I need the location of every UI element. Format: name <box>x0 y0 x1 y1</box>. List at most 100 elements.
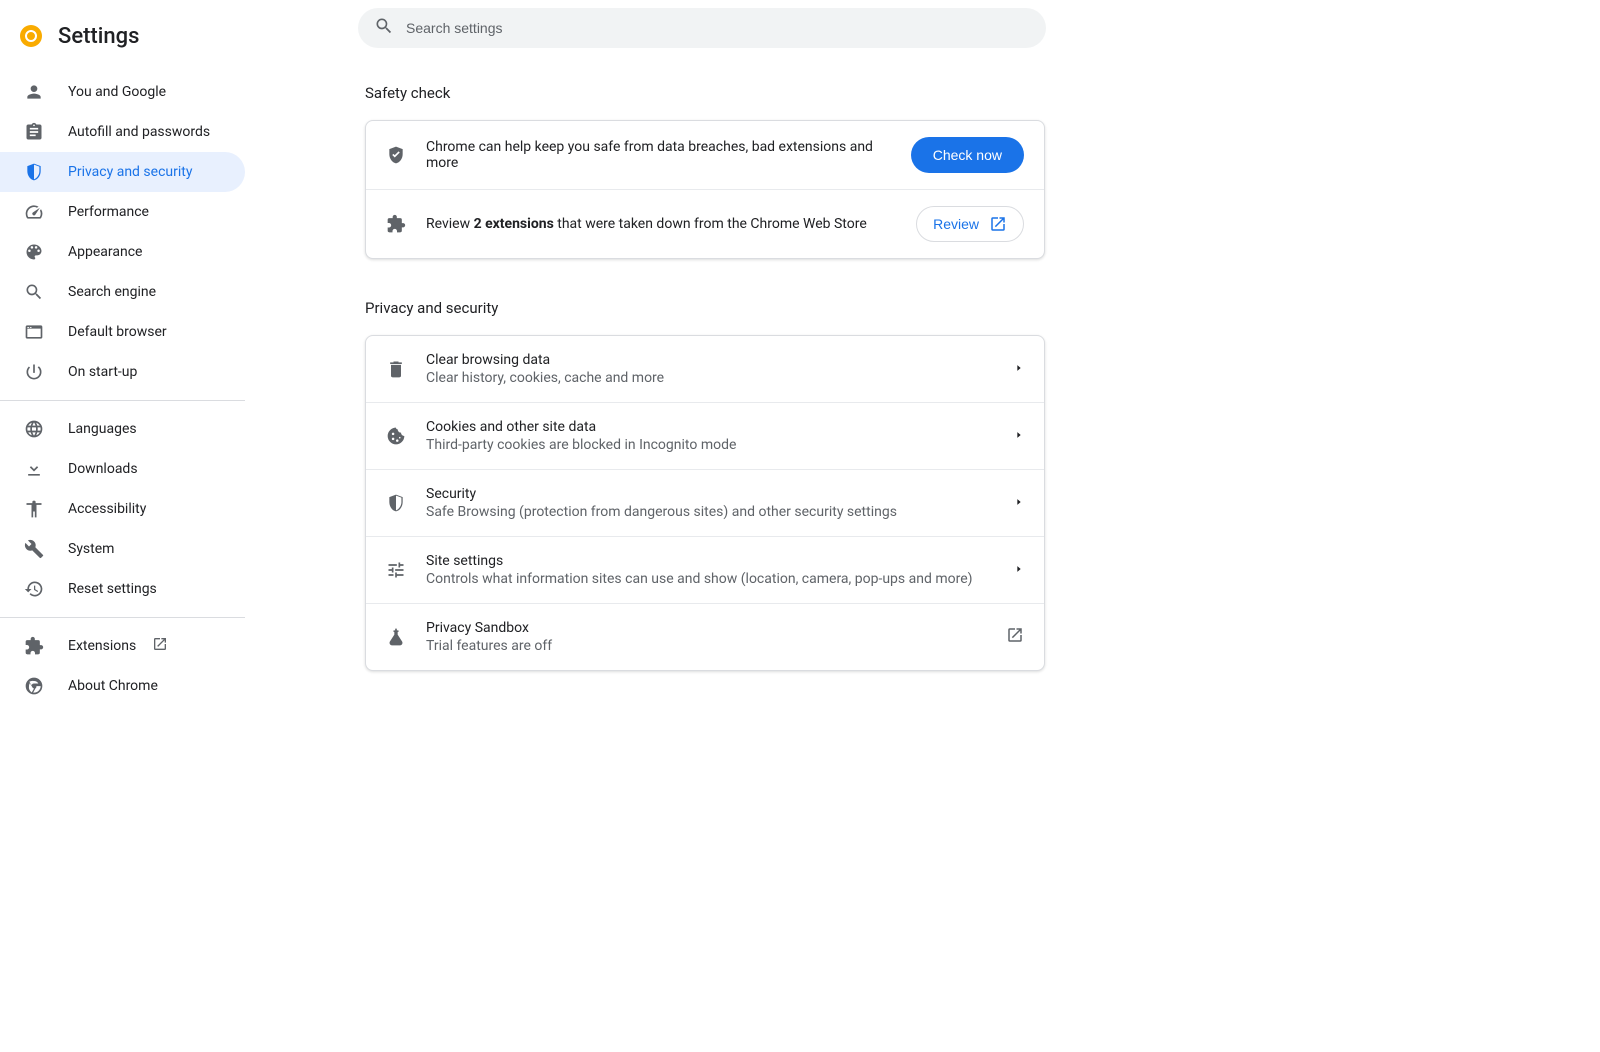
sidebar-item-label: You and Google <box>68 84 245 100</box>
review-text: Review 2 extensions that were taken down… <box>426 216 867 232</box>
chevron-right-icon <box>1014 361 1024 377</box>
sidebar: Settings You and Google Autofill and pas… <box>0 0 245 1052</box>
sidebar-item-performance[interactable]: Performance <box>0 192 245 232</box>
app-title: Settings <box>58 24 139 49</box>
row-subtitle: Safe Browsing (protection from dangerous… <box>426 504 994 520</box>
accessibility-icon <box>24 499 44 519</box>
nav-group-1: You and Google Autofill and passwords Pr… <box>0 72 245 392</box>
sidebar-item-accessibility[interactable]: Accessibility <box>0 489 245 529</box>
row-subtitle: Controls what information sites can use … <box>426 571 994 587</box>
open-external-icon <box>1006 626 1024 648</box>
row-subtitle: Trial features are off <box>426 638 986 654</box>
sidebar-item-label: Appearance <box>68 244 245 260</box>
safety-check-row-extensions: Review 2 extensions that were taken down… <box>366 190 1044 258</box>
sidebar-item-autofill[interactable]: Autofill and passwords <box>0 112 245 152</box>
sidebar-item-label: Reset settings <box>68 581 245 597</box>
tune-icon <box>386 560 406 580</box>
sidebar-item-label: Autofill and passwords <box>68 124 245 140</box>
search-input[interactable] <box>406 20 1030 36</box>
text-suffix: that were taken down from the Chrome Web… <box>554 216 867 232</box>
sidebar-item-languages[interactable]: Languages <box>0 409 245 449</box>
sidebar-item-label: About Chrome <box>68 678 245 694</box>
privacy-card: Clear browsing data Clear history, cooki… <box>365 335 1045 671</box>
chevron-right-icon <box>1014 428 1024 444</box>
sidebar-item-default-browser[interactable]: Default browser <box>0 312 245 352</box>
extension-icon <box>386 214 406 234</box>
extension-icon <box>24 636 44 656</box>
review-button[interactable]: Review <box>916 206 1024 242</box>
safety-check-text: Chrome can help keep you safe from data … <box>426 139 891 171</box>
globe-icon <box>24 419 44 439</box>
chevron-right-icon <box>1014 495 1024 511</box>
sidebar-item-label: On start-up <box>68 364 245 380</box>
row-subtitle: Clear history, cookies, cache and more <box>426 370 994 386</box>
search-bar[interactable] <box>358 8 1046 48</box>
nav-group-3: Extensions About Chrome <box>0 626 245 706</box>
chrome-icon <box>24 676 44 696</box>
button-label: Review <box>933 216 979 232</box>
speedometer-icon <box>24 202 44 222</box>
clipboard-icon <box>24 122 44 142</box>
sidebar-item-extensions[interactable]: Extensions <box>0 626 245 666</box>
power-icon <box>24 362 44 382</box>
sidebar-item-you-and-google[interactable]: You and Google <box>0 72 245 112</box>
sidebar-item-label: Default browser <box>68 324 245 340</box>
sidebar-item-label: Languages <box>68 421 245 437</box>
verified-shield-icon <box>386 145 406 165</box>
chevron-right-icon <box>1014 562 1024 578</box>
chrome-logo-icon <box>20 25 42 47</box>
sidebar-item-label: Accessibility <box>68 501 245 517</box>
sidebar-item-label: Privacy and security <box>68 164 245 180</box>
sidebar-item-label: Extensions <box>68 636 245 656</box>
person-icon <box>24 82 44 102</box>
browser-icon <box>24 322 44 342</box>
divider <box>0 617 245 618</box>
download-icon <box>24 459 44 479</box>
sidebar-item-about[interactable]: About Chrome <box>0 666 245 706</box>
sidebar-item-privacy[interactable]: Privacy and security <box>0 152 245 192</box>
nav-group-2: Languages Downloads Accessibility System… <box>0 409 245 609</box>
main-content: Safety check Chrome can help keep you sa… <box>245 0 1600 1052</box>
open-external-icon <box>152 636 168 656</box>
shield-security-icon <box>386 493 406 513</box>
open-external-icon <box>989 215 1007 233</box>
safety-check-card: Chrome can help keep you safe from data … <box>365 120 1045 259</box>
section-title: Privacy and security <box>365 299 1045 317</box>
sidebar-item-search-engine[interactable]: Search engine <box>0 272 245 312</box>
sidebar-item-on-startup[interactable]: On start-up <box>0 352 245 392</box>
row-clear-browsing-data[interactable]: Clear browsing data Clear history, cooki… <box>366 336 1044 403</box>
app-header: Settings <box>0 8 245 64</box>
sidebar-item-label: Downloads <box>68 461 245 477</box>
sidebar-item-label: System <box>68 541 245 557</box>
text-prefix: Review <box>426 216 474 232</box>
flask-icon <box>386 627 406 647</box>
row-security[interactable]: Security Safe Browsing (protection from … <box>366 470 1044 537</box>
palette-icon <box>24 242 44 262</box>
trash-icon <box>386 359 406 379</box>
divider <box>0 400 245 401</box>
restore-icon <box>24 579 44 599</box>
row-title: Clear browsing data <box>426 352 994 368</box>
row-privacy-sandbox[interactable]: Privacy Sandbox Trial features are off <box>366 604 1044 670</box>
safety-check-section: Safety check Chrome can help keep you sa… <box>365 84 1045 259</box>
row-title: Cookies and other site data <box>426 419 994 435</box>
sidebar-item-reset[interactable]: Reset settings <box>0 569 245 609</box>
row-subtitle: Third-party cookies are blocked in Incog… <box>426 437 994 453</box>
row-title: Site settings <box>426 553 994 569</box>
sidebar-item-appearance[interactable]: Appearance <box>0 232 245 272</box>
row-title: Security <box>426 486 994 502</box>
search-icon <box>24 282 44 302</box>
section-title: Safety check <box>365 84 1045 102</box>
sidebar-item-downloads[interactable]: Downloads <box>0 449 245 489</box>
label-text: Extensions <box>68 638 136 654</box>
shield-icon <box>24 162 44 182</box>
row-site-settings[interactable]: Site settings Controls what information … <box>366 537 1044 604</box>
text-bold: 2 extensions <box>474 216 554 232</box>
privacy-section: Privacy and security Clear browsing data… <box>365 299 1045 671</box>
check-now-button[interactable]: Check now <box>911 137 1024 173</box>
sidebar-item-system[interactable]: System <box>0 529 245 569</box>
row-cookies[interactable]: Cookies and other site data Third-party … <box>366 403 1044 470</box>
sidebar-item-label: Search engine <box>68 284 245 300</box>
safety-check-row-overview: Chrome can help keep you safe from data … <box>366 121 1044 190</box>
search-icon <box>374 16 394 40</box>
